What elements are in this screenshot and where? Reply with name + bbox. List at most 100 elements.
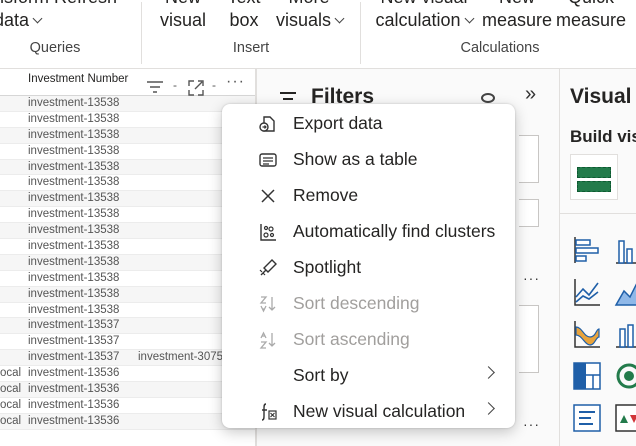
investment-number-cell: investment-13537	[28, 335, 120, 348]
area-chart-icon[interactable]	[614, 277, 636, 307]
table-view-icon	[259, 153, 277, 167]
menu-item-label: New visual calculation	[293, 401, 466, 421]
transform-refresh-button[interactable]: nsform Refresh data	[0, 0, 117, 32]
multi-row-card-icon[interactable]	[572, 403, 602, 433]
menu-item-new-visual-calculation[interactable]: New visual calculation	[222, 393, 515, 429]
stacked-bar-chart-icon[interactable]	[572, 235, 602, 265]
treemap-icon[interactable]	[572, 361, 602, 391]
chevron-down-icon	[334, 13, 345, 24]
menu-item-remove[interactable]: Remove	[222, 177, 515, 213]
menu-item-label: Automatically find clusters	[293, 221, 496, 241]
table-row[interactable]: investment-13538	[0, 286, 255, 303]
menu-item-sort-ascending: Sort ascending	[222, 321, 515, 357]
investment-number-cell: investment-13538	[28, 160, 120, 173]
table-row[interactable]: investment-13538	[0, 159, 255, 176]
table-row[interactable]: investment-13538	[0, 96, 255, 112]
table-visual[interactable]: Investment Number - - ··· investment-135…	[0, 69, 255, 446]
table-row[interactable]: investment-13538	[0, 223, 255, 240]
text-box-line1: Text	[226, 0, 262, 9]
data-label: data	[0, 10, 30, 30]
investment-number-cell: investment-13538	[28, 208, 120, 221]
chevron-right-icon	[482, 402, 495, 415]
more-options-icon[interactable]: ···	[226, 73, 245, 91]
filter-card-more-options-icon[interactable]: ···	[523, 270, 540, 286]
queries-group-label: Queries	[29, 40, 81, 56]
quick-measure-line1: Quick	[556, 0, 626, 9]
investment-number-cell: investment-13538	[28, 176, 120, 189]
table-row[interactable]: ocal investment-13536	[0, 382, 255, 398]
filter-field-box[interactable]	[519, 199, 539, 227]
table-row[interactable]: ocal investment-13536	[0, 398, 255, 414]
new-visual-calculation-button[interactable]: New visual calculation	[374, 0, 474, 32]
combo-chart-icon[interactable]	[614, 319, 636, 349]
table-row[interactable]: investment-13538	[0, 112, 255, 128]
quick-measure-button[interactable]: Quick measure	[556, 0, 626, 32]
stacked-column-chart-icon[interactable]	[614, 235, 636, 265]
table-row[interactable]: ocal investment-13536	[0, 366, 255, 383]
new-visual-line2: visual	[159, 10, 207, 30]
menu-item-sort-by[interactable]: Sort by	[222, 357, 515, 393]
table-row[interactable]: investment-13537	[0, 334, 255, 351]
insert-group-label: Insert	[232, 40, 270, 56]
menu-item-spotlight[interactable]: Spotlight	[222, 249, 515, 285]
spotlight-icon	[259, 259, 277, 276]
text-box-button[interactable]: Text box	[226, 0, 262, 32]
table-row[interactable]: investment-13538	[0, 239, 255, 255]
ribbon: nsform Refresh data Queries New visual T…	[0, 0, 636, 69]
visualizations-title: Visual	[570, 85, 632, 108]
investment-number-cell: investment-13536	[28, 383, 120, 396]
new-visual-calc-line1: New visual	[374, 0, 474, 9]
investment-number-cell: investment-13538	[28, 97, 120, 109]
filter-visual-icon[interactable]	[146, 80, 164, 94]
filter-card-more-options-icon[interactable]: ···	[523, 416, 540, 432]
table-row[interactable]: investment-13538	[0, 191, 255, 208]
export-icon	[259, 116, 275, 132]
table-row[interactable]: investment-13538	[0, 127, 255, 144]
collapse-pane-icon[interactable]: »	[525, 83, 536, 106]
group-divider	[141, 2, 142, 64]
menu-item-automatically-find-clusters[interactable]: Automatically find clusters	[222, 213, 515, 249]
row-label-cell: ocal	[0, 398, 22, 411]
sort-descending-icon	[259, 296, 276, 313]
kpi-icon[interactable]	[614, 403, 636, 433]
table-row[interactable]: investment-13537 investment-3075	[0, 350, 255, 367]
table-row[interactable]: investment-13538	[0, 144, 255, 160]
more-visuals-button[interactable]: More visuals	[276, 0, 345, 32]
divider-dash: -	[173, 78, 177, 92]
table-visual-selected-icon[interactable]	[570, 154, 618, 200]
more-visuals-line2: visuals	[276, 10, 332, 30]
filter-card[interactable]	[519, 305, 539, 373]
new-visual-line1: New	[158, 0, 208, 9]
new-visual-button[interactable]: New visual	[158, 0, 208, 32]
ribbon-chart-icon[interactable]	[572, 319, 602, 349]
table-body: investment-13538 investment-13538 investme…	[0, 96, 255, 430]
investment-number-cell: investment-13537	[28, 319, 120, 332]
table-row[interactable]: investment-13538	[0, 175, 255, 192]
menu-item-show-as-a-table[interactable]: Show as a table	[222, 141, 515, 177]
filter-search-box[interactable]	[519, 135, 539, 183]
menu-item-export-data[interactable]: Export data	[222, 105, 515, 141]
key-influencers-icon[interactable]	[614, 361, 636, 391]
investment-number-cell: investment-13536	[28, 367, 120, 380]
table-row[interactable]: ocal investment-13536	[0, 413, 255, 430]
column-header-investment-number[interactable]: Investment Number	[28, 73, 128, 85]
investment-number-cell: investment-13538	[28, 224, 120, 237]
line-chart-icon[interactable]	[572, 277, 602, 307]
table-row[interactable]: investment-13538	[0, 271, 255, 287]
row-label-cell: ocal	[0, 383, 22, 396]
divider-dash: -	[212, 78, 216, 92]
new-measure-button[interactable]: New measure	[482, 0, 552, 32]
transform-refresh-label: nsform Refresh	[0, 0, 117, 9]
table-row[interactable]: investment-13538	[0, 254, 255, 271]
table-row[interactable]: investment-13538	[0, 303, 255, 319]
table-row[interactable]: investment-13538	[0, 207, 255, 224]
eye-icon[interactable]	[481, 93, 495, 103]
divider	[560, 213, 636, 214]
quick-measure-line2: measure	[556, 10, 627, 30]
chevron-down-icon	[32, 13, 43, 24]
menu-item-sort-descending: Sort descending	[222, 285, 515, 321]
close-icon	[261, 189, 275, 203]
table-row[interactable]: investment-13537	[0, 318, 255, 335]
new-visual-calc-line2: calculation	[375, 10, 461, 30]
focus-mode-icon[interactable]	[187, 79, 205, 97]
